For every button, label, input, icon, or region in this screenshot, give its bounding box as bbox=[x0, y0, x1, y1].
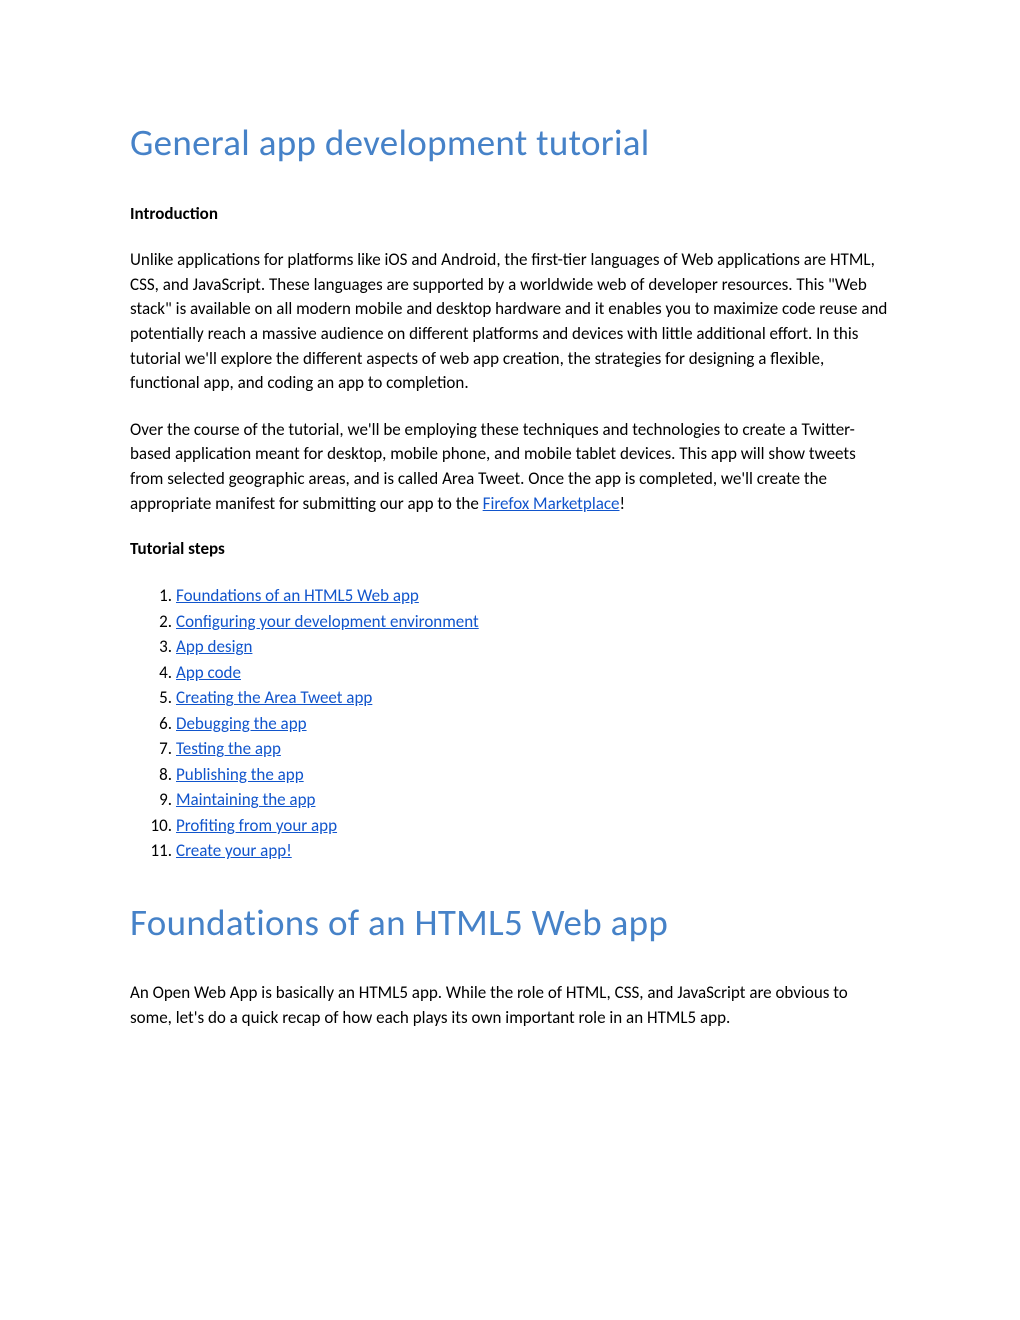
list-item: App design bbox=[176, 634, 890, 660]
list-item: Create your app! bbox=[176, 838, 890, 864]
list-item: Debugging the app bbox=[176, 711, 890, 737]
tutorial-steps-list: Foundations of an HTML5 Web app Configur… bbox=[130, 583, 890, 864]
foundations-heading: Foundations of an HTML5 Web app bbox=[130, 900, 890, 945]
step-link-creating-area-tweet[interactable]: Creating the Area Tweet app bbox=[176, 687, 372, 708]
step-link-configuring[interactable]: Configuring your development environment bbox=[176, 611, 479, 632]
list-item: Publishing the app bbox=[176, 762, 890, 788]
introduction-heading: Introduction bbox=[130, 203, 890, 224]
step-link-maintaining[interactable]: Maintaining the app bbox=[176, 789, 315, 810]
firefox-marketplace-link[interactable]: Firefox Marketplace bbox=[483, 493, 620, 514]
step-link-profiting[interactable]: Profiting from your app bbox=[176, 815, 337, 836]
step-link-create-your-app[interactable]: Create your app! bbox=[176, 840, 292, 861]
page-title: General app development tutorial bbox=[130, 120, 890, 165]
list-item: Foundations of an HTML5 Web app bbox=[176, 583, 890, 609]
step-link-debugging[interactable]: Debugging the app bbox=[176, 713, 307, 734]
list-item: Testing the app bbox=[176, 736, 890, 762]
list-item: Profiting from your app bbox=[176, 813, 890, 839]
tutorial-steps-heading: Tutorial steps bbox=[130, 538, 890, 559]
step-link-app-design[interactable]: App design bbox=[176, 636, 252, 657]
introduction-paragraph-1: Unlike applications for platforms like i… bbox=[130, 248, 890, 396]
intro-p2-suffix: ! bbox=[620, 493, 626, 514]
foundations-paragraph: An Open Web App is basically an HTML5 ap… bbox=[130, 981, 890, 1030]
step-link-publishing[interactable]: Publishing the app bbox=[176, 764, 304, 785]
list-item: Configuring your development environment bbox=[176, 609, 890, 635]
introduction-paragraph-2: Over the course of the tutorial, we'll b… bbox=[130, 418, 890, 517]
step-link-app-code[interactable]: App code bbox=[176, 662, 241, 683]
list-item: App code bbox=[176, 660, 890, 686]
list-item: Maintaining the app bbox=[176, 787, 890, 813]
step-link-testing[interactable]: Testing the app bbox=[176, 738, 281, 759]
step-link-foundations[interactable]: Foundations of an HTML5 Web app bbox=[176, 585, 419, 606]
list-item: Creating the Area Tweet app bbox=[176, 685, 890, 711]
